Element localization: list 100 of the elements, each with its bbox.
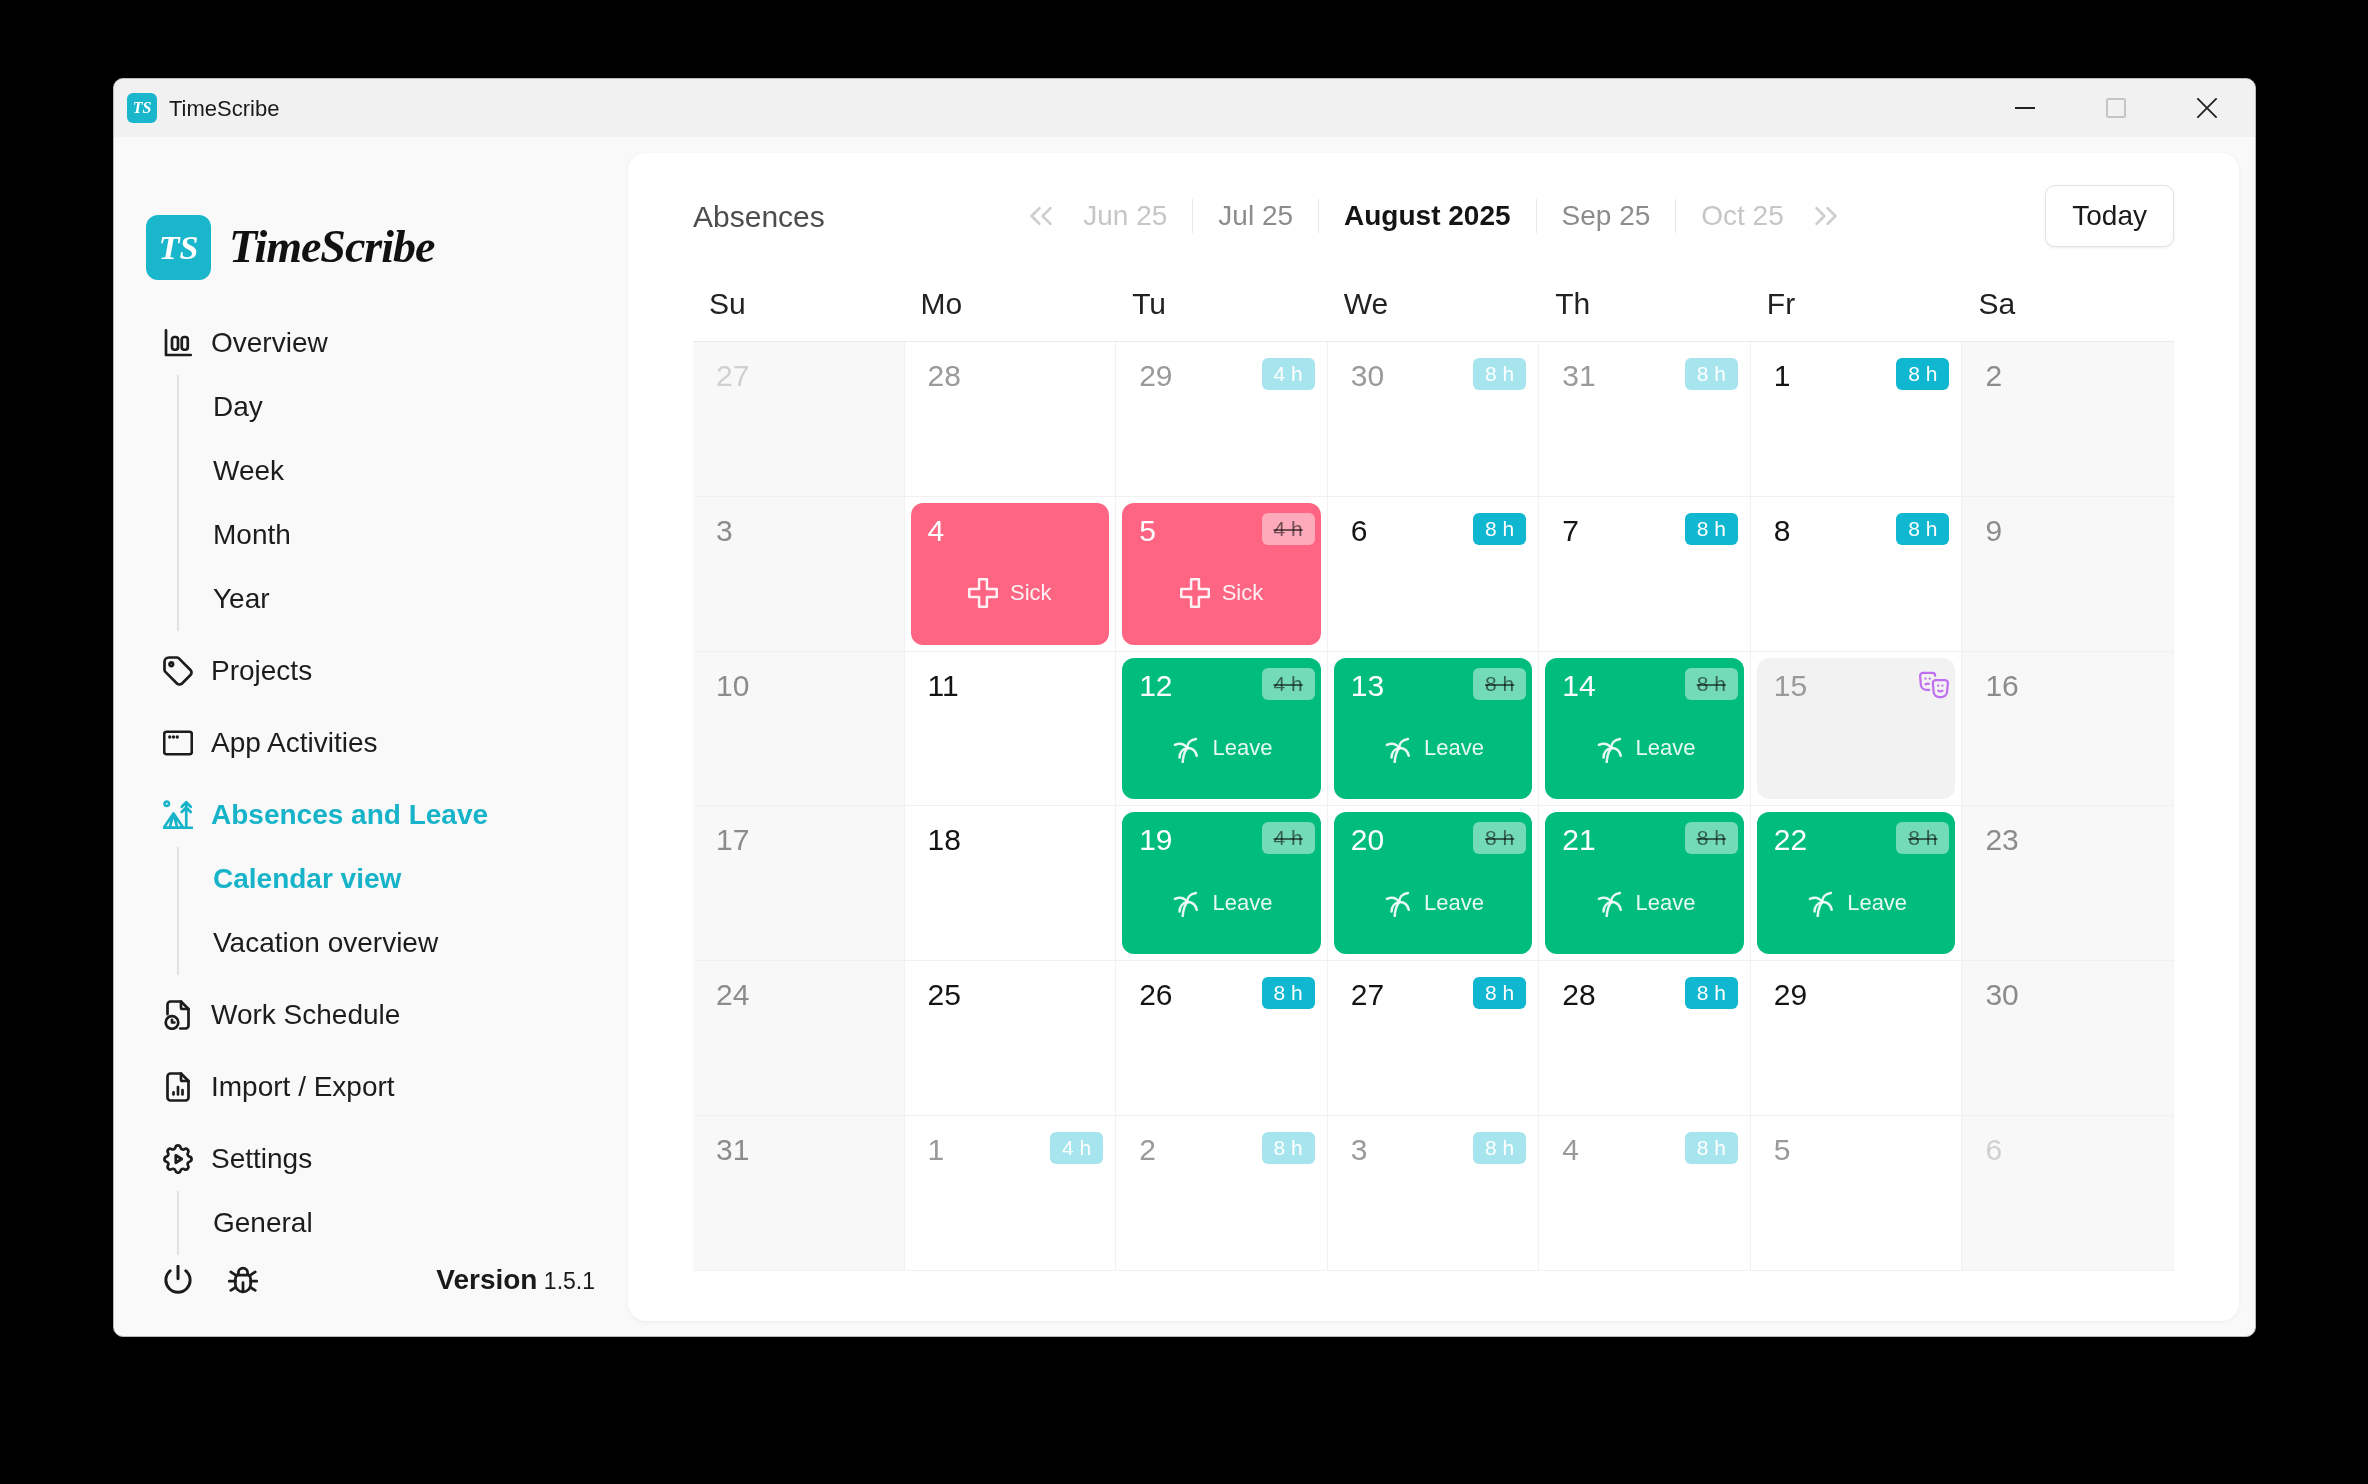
logo-mark: TS	[127, 93, 157, 123]
nav-subitem[interactable]: Week	[213, 439, 285, 503]
tag-icon	[163, 656, 193, 686]
day-number: 1	[1773, 358, 1791, 394]
day-number: 28	[927, 358, 961, 394]
absence-label: Leave	[1635, 734, 1696, 763]
logo-mark: TS	[146, 215, 211, 280]
close-icon	[2196, 98, 2217, 118]
double-chevron-right-icon[interactable]	[1814, 205, 1837, 227]
day-number: 31	[716, 1132, 750, 1169]
hours-badge: 8 h	[1896, 822, 1950, 855]
day-number: 14	[1562, 667, 1596, 704]
minimize-icon	[2014, 107, 2035, 109]
hours-badge: 8 h	[1473, 977, 1527, 1010]
day-number: 2	[1139, 1132, 1156, 1169]
day-number: 6	[1350, 512, 1368, 549]
day-number: 26	[1139, 977, 1173, 1014]
power-icon[interactable]	[163, 1265, 193, 1295]
nav-item[interactable]: Projects	[163, 639, 313, 703]
day-number: 23	[1985, 822, 2019, 859]
absence-label: Leave	[1424, 734, 1484, 763]
weekday-label: Sa	[1977, 289, 2017, 322]
absence-label: Leave	[1635, 888, 1696, 917]
hours-badge: 4 h	[1261, 667, 1315, 700]
hours-badge: 8 h	[1896, 358, 1950, 390]
absence-label: Sick	[1221, 579, 1264, 608]
file-clock-icon	[163, 1000, 193, 1030]
logo-text: TimeScribe	[229, 222, 435, 273]
absence-label: Leave	[1847, 888, 1908, 917]
hours-badge: 8 h	[1684, 358, 1738, 390]
hours-badge: 8 h	[1473, 822, 1527, 855]
hours-badge: 8 h	[1473, 667, 1527, 700]
day-number: 28	[1562, 977, 1596, 1014]
day-number: 4	[1562, 1132, 1579, 1169]
nav-item[interactable]: Import / Export	[163, 1055, 395, 1119]
nav-item[interactable]: Work Schedule	[163, 983, 401, 1047]
absence-label: Sick	[1010, 579, 1052, 608]
maximize-icon	[2105, 98, 2126, 118]
bar-chart-icon	[163, 328, 193, 358]
day-number: 7	[1562, 512, 1579, 549]
hours-badge: 8 h	[1473, 1132, 1527, 1165]
day-number: 10	[716, 667, 750, 704]
absence-label: Leave	[1212, 734, 1273, 763]
hours-badge: 8 h	[1896, 512, 1950, 545]
day-number: 2	[1985, 358, 2003, 394]
weekday-label: We	[1342, 289, 1390, 322]
hours-badge: 8 h	[1684, 667, 1738, 700]
day-number: 5	[1773, 1132, 1791, 1169]
nav-subitem[interactable]: Vacation overview	[213, 911, 439, 975]
day-number: 8	[1773, 512, 1791, 549]
day-number: 29	[1139, 358, 1173, 394]
day-number: 30	[1985, 977, 2019, 1014]
day-number: 21	[1562, 822, 1596, 859]
day-number: 5	[1139, 512, 1156, 549]
hours-badge: 4 h	[1261, 512, 1315, 545]
today-button[interactable]: Today	[2045, 185, 2174, 247]
double-chevron-left-icon[interactable]	[1030, 205, 1053, 227]
hours-badge: 4 h	[1261, 358, 1315, 390]
tent-and-tree-icon	[163, 800, 193, 830]
day-number: 19	[1139, 822, 1173, 859]
hours-badge: 8 h	[1684, 977, 1738, 1010]
day-number: 15	[1773, 667, 1808, 704]
hours-badge: 8 h	[1684, 1132, 1738, 1165]
nav-item[interactable]: App Activities	[163, 711, 378, 775]
day-number: 3	[716, 512, 733, 549]
version-text: Version 1.5.1	[436, 1263, 595, 1297]
gear-icon	[163, 1144, 193, 1174]
month-tab[interactable]: August 2025	[1319, 200, 1536, 232]
day-number: 1	[927, 1132, 945, 1169]
nav-item[interactable]: Overview	[163, 311, 328, 375]
hours-badge: 8 h	[1473, 358, 1527, 390]
medical-cross-icon	[968, 577, 999, 608]
day-number: 13	[1350, 667, 1385, 704]
hours-badge: 8 h	[1684, 512, 1738, 545]
page-title: Absences	[693, 198, 825, 235]
day-number: 30	[1350, 358, 1385, 394]
nav-subitem[interactable]: Month	[213, 503, 291, 567]
weekday-label: Th	[1554, 289, 1592, 322]
bug-icon[interactable]	[228, 1265, 258, 1295]
absence-label: Leave	[1424, 888, 1484, 917]
hours-badge: 8 h	[1261, 977, 1315, 1010]
nav-subitem[interactable]: Year	[213, 567, 270, 631]
day-number: 31	[1562, 358, 1596, 394]
medical-cross-icon	[1179, 577, 1210, 608]
day-number: 9	[1985, 512, 2003, 549]
window-title: TimeScribe	[169, 94, 280, 123]
hours-badge: 8 h	[1261, 1132, 1315, 1165]
browser-window-icon	[163, 728, 193, 758]
hours-badge: 8 h	[1684, 822, 1738, 855]
nav-subitem[interactable]: Day	[213, 375, 263, 439]
day-number: 27	[1350, 977, 1385, 1014]
nav-subitem[interactable]: General	[213, 1191, 313, 1255]
hours-badge: 8 h	[1473, 512, 1527, 545]
weekday-label: Mo	[919, 289, 964, 322]
day-number: 3	[1350, 1132, 1368, 1169]
day-number: 11	[927, 667, 959, 704]
day-number: 22	[1773, 822, 1808, 859]
nav-item[interactable]: Settings	[163, 1127, 313, 1191]
day-number: 20	[1350, 822, 1385, 859]
day-number: 17	[716, 822, 750, 859]
